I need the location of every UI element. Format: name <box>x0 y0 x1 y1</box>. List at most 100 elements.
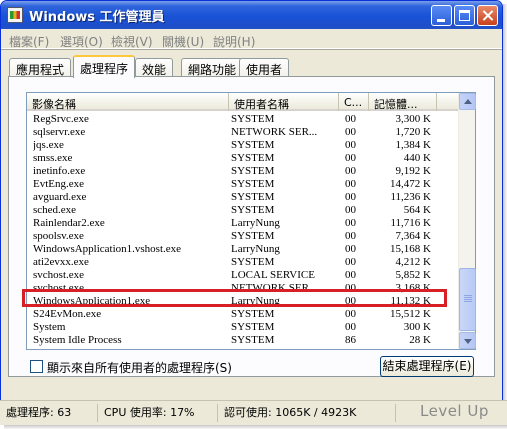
menu-options[interactable]: 選項(O) <box>60 33 103 50</box>
cell-cpu: 00 <box>345 321 356 333</box>
cell-image-name: WindowsApplication1.exe <box>33 295 151 307</box>
cell-user-name: SYSTEM <box>231 113 275 125</box>
table-row[interactable]: smss.exe SYSTEM 00 440 K <box>27 152 458 165</box>
cell-image-name: inetinfo.exe <box>33 165 86 177</box>
cell-user-name: LarryNung <box>231 243 280 255</box>
cell-memory: 9,192 K <box>395 165 431 177</box>
chevron-up-icon <box>464 99 472 104</box>
column-header-image-name[interactable]: 影像名稱 <box>27 93 229 111</box>
column-header-user-name[interactable]: 使用者名稱 <box>229 93 339 111</box>
vertical-scrollbar[interactable] <box>458 93 476 349</box>
cell-memory: 5,852 K <box>395 269 431 281</box>
cell-memory: 7,364 K <box>395 230 431 242</box>
cell-memory: 440 K <box>403 152 431 164</box>
cell-user-name: SYSTEM <box>231 256 275 268</box>
menu-shutdown[interactable]: 關機(U) <box>162 33 204 50</box>
maximize-button[interactable] <box>454 5 475 26</box>
cell-image-name: jqs.exe <box>33 139 64 151</box>
scroll-up-button[interactable] <box>459 93 476 110</box>
table-row[interactable]: spoolsv.exe SYSTEM 00 7,364 K <box>27 230 458 243</box>
cell-user-name: SYSTEM <box>231 334 275 346</box>
cell-image-name: svchost.exe <box>33 282 85 294</box>
show-all-users-label[interactable]: 顯示來自所有使用者的處理程序(S) <box>47 359 232 376</box>
cell-cpu: 00 <box>345 126 356 138</box>
cell-cpu: 00 <box>345 113 356 125</box>
scroll-down-button[interactable] <box>459 332 476 349</box>
tab-processes[interactable]: 處理程序 <box>73 55 136 78</box>
grip-icon <box>464 295 472 303</box>
tab-performance[interactable]: 效能 <box>135 58 174 77</box>
table-row[interactable]: inetinfo.exe SYSTEM 00 9,192 K <box>27 165 458 178</box>
table-row[interactable]: jqs.exe SYSTEM 00 1,384 K <box>27 139 458 152</box>
cell-user-name: SYSTEM <box>231 230 275 242</box>
column-header-memory[interactable]: 記憶體... <box>369 93 437 111</box>
tab-applications[interactable]: 應用程式 <box>9 58 72 77</box>
cell-user-name: SYSTEM <box>231 321 275 333</box>
menu-file[interactable]: 檔案(F) <box>9 33 49 50</box>
window-title: Windows 工作管理員 <box>29 10 165 25</box>
table-row[interactable]: avguard.exe SYSTEM 00 11,236 K <box>27 191 458 204</box>
cell-memory: 564 K <box>403 204 431 216</box>
table-row[interactable]: WindowsApplication1.exe LarryNung 00 11,132… <box>27 295 458 308</box>
tab-users[interactable]: 使用者 <box>239 58 290 77</box>
table-row[interactable]: WindowsApplication1.vshost.exe LarryNung 0… <box>27 243 458 256</box>
scroll-thumb[interactable] <box>459 268 476 331</box>
cell-memory: 300 K <box>403 321 431 333</box>
table-row[interactable]: S24EvMon.exe SYSTEM 00 15,512 K <box>27 308 458 321</box>
cell-user-name: NETWORK SER... <box>231 126 318 138</box>
cell-image-name: ati2evxx.exe <box>33 256 89 268</box>
menu-view[interactable]: 檢視(V) <box>111 33 153 50</box>
cell-image-name: Rainlendar2.exe <box>33 217 105 229</box>
show-all-users-checkbox[interactable] <box>30 360 43 373</box>
table-row[interactable]: sqlservr.exe NETWORK SER... 00 1,720 K <box>27 126 458 139</box>
cell-image-name: sched.exe <box>33 204 77 216</box>
table-row[interactable]: svchost.exe LOCAL SERVICE 00 5,852 K <box>27 269 458 282</box>
cell-cpu: 00 <box>345 178 356 190</box>
cell-user-name: SYSTEM <box>231 152 275 164</box>
cell-image-name: RegSrvc.exe <box>33 113 89 125</box>
cell-image-name: svchost.exe <box>33 269 85 281</box>
title-bar[interactable]: Windows 工作管理員 <box>1 1 502 29</box>
table-row[interactable]: sched.exe SYSTEM 00 564 K <box>27 204 458 217</box>
cell-memory: 11,236 K <box>390 191 431 203</box>
process-list[interactable]: 影像名稱 使用者名稱 C... 記憶體... RegSrvc.exe SYSTEM… <box>26 92 476 350</box>
cell-user-name: SYSTEM <box>231 178 275 190</box>
cell-user-name: SYSTEM <box>231 204 275 216</box>
table-row[interactable]: Rainlendar2.exe LarryNung 00 11,716 K <box>27 217 458 230</box>
cell-cpu: 00 <box>345 191 356 203</box>
minimize-icon <box>437 19 445 22</box>
cell-memory: 15,168 K <box>390 243 431 255</box>
cell-cpu: 00 <box>345 139 356 151</box>
cell-memory: 4,212 K <box>395 256 431 268</box>
cell-image-name: smss.exe <box>33 152 73 164</box>
cell-cpu: 00 <box>345 230 356 242</box>
close-button[interactable] <box>477 5 498 26</box>
cell-image-name: S24EvMon.exe <box>33 308 102 320</box>
cell-user-name: LOCAL SERVICE <box>231 269 315 281</box>
cell-cpu: 00 <box>345 165 356 177</box>
cell-user-name: NETWORK SER... <box>231 282 318 294</box>
table-row[interactable]: ati2evxx.exe SYSTEM 00 4,212 K <box>27 256 458 269</box>
tab-networking[interactable]: 網路功能 <box>181 58 244 77</box>
task-manager-icon <box>7 7 23 23</box>
cell-user-name: LarryNung <box>231 295 280 307</box>
cell-cpu: 00 <box>345 308 356 320</box>
minimize-button[interactable] <box>431 5 452 26</box>
status-cpu-usage: CPU 使用率: 17% <box>100 404 218 422</box>
status-commit-charge: 認可使用: 1065K / 4923K <box>220 404 396 422</box>
process-rows: RegSrvc.exe SYSTEM 00 3,300 K sqlservr.exe NE… <box>27 113 458 347</box>
cell-user-name: SYSTEM <box>231 191 275 203</box>
table-row[interactable]: System Idle Process SYSTEM 86 28 K <box>27 334 458 347</box>
maximize-icon <box>459 10 470 21</box>
cell-memory: 11,132 K <box>390 295 431 307</box>
column-header-cpu[interactable]: C... <box>339 93 369 111</box>
table-row[interactable]: EvtEng.exe SYSTEM 00 14,472 K <box>27 178 458 191</box>
column-header-row: 影像名稱 使用者名稱 C... 記憶體... <box>27 93 458 111</box>
table-row[interactable]: svchost.exe NETWORK SER... 00 3,168 K <box>27 282 458 295</box>
end-process-button[interactable]: 結束處理程序(E) <box>380 356 474 377</box>
table-row[interactable]: RegSrvc.exe SYSTEM 00 3,300 K <box>27 113 458 126</box>
cell-cpu: 00 <box>345 204 356 216</box>
menu-help[interactable]: 說明(H) <box>213 33 255 50</box>
table-row[interactable]: System SYSTEM 00 300 K <box>27 321 458 334</box>
cell-memory: 15,512 K <box>390 308 431 320</box>
